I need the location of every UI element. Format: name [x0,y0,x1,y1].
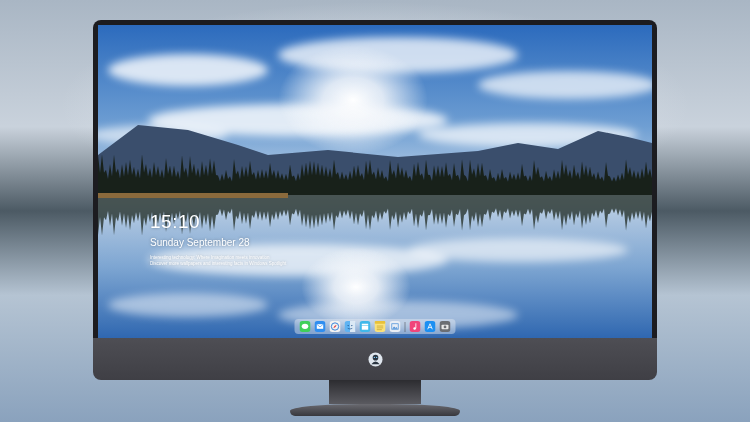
caption-line: Interesting technology: Where Imaginatio… [150,255,286,261]
clock-time: 15:10 [150,211,286,233]
tree-line [98,154,652,195]
sun-reflection [301,247,411,327]
lock-info: 15:10 Sunday September 28 Interesting tech… [150,211,286,267]
notes-icon[interactable] [375,321,386,332]
lake [98,195,652,338]
music-icon[interactable] [410,321,421,332]
wallpaper-photo [98,25,652,338]
video-icon[interactable] [360,321,371,332]
desktop-background: 15:10 Sunday September 28 Interesting tech… [0,0,750,422]
monitor-stand-base [290,404,460,416]
finder-icon[interactable] [345,321,356,332]
lock-screen[interactable]: 15:10 Sunday September 28 Interesting tech… [98,25,652,338]
sky [98,25,652,195]
monitor-chin [93,338,657,380]
appstore-icon[interactable] [425,321,436,332]
monitor-stand-neck [329,380,421,404]
brand-logo-icon [368,352,383,367]
dock [295,319,456,334]
safari-icon[interactable] [330,321,341,332]
monitor: 15:10 Sunday September 28 Interesting tech… [93,20,657,416]
messages-icon[interactable] [300,321,311,332]
dock-separator [405,322,406,332]
cloud-reflection [108,238,628,329]
clock-date: Sunday September 28 [150,236,286,249]
caption-line: Discover more wallpapers and interesting… [150,261,286,267]
tree-reflection [98,195,652,236]
mail-icon[interactable] [315,321,326,332]
camera-icon[interactable] [440,321,451,332]
shore [98,193,288,198]
spotlight-caption[interactable]: Interesting technology: Where Imaginatio… [150,255,286,267]
monitor-bezel: 15:10 Sunday September 28 Interesting tech… [93,20,657,338]
photos-icon[interactable] [390,321,401,332]
sun [278,45,428,155]
